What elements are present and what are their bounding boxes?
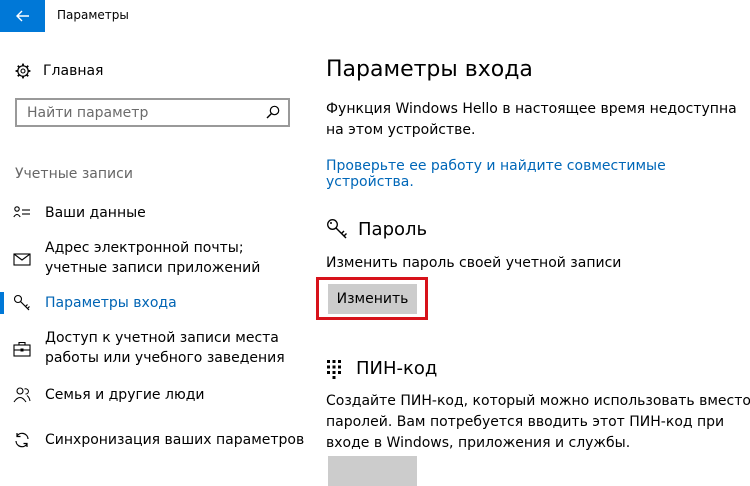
pin-keypad-icon <box>327 359 341 379</box>
pin-section-header: ПИН-код <box>326 358 437 379</box>
title-bar: Параметры <box>0 0 750 32</box>
search-box <box>15 98 290 127</box>
password-section-header: Пароль <box>326 218 427 240</box>
sidebar-item-family[interactable]: Семья и другие люди <box>0 385 310 405</box>
people-icon <box>13 387 31 403</box>
sidebar-item-work-access[interactable]: Доступ к учетной записи места работы или… <box>0 328 310 370</box>
page-title: Параметры входа <box>326 57 533 82</box>
search-input[interactable] <box>17 100 267 125</box>
password-description: Изменить пароль своей учетной записи <box>326 255 622 271</box>
sidebar-item-your-info[interactable]: Ваши данные <box>0 203 310 223</box>
windows-hello-status: Функция Windows Hello в настоящее время … <box>326 101 737 138</box>
sidebar-item-label: Синхронизация ваших параметров <box>45 432 305 448</box>
search-icon[interactable] <box>266 105 280 119</box>
sidebar-item-label: Адрес электронной почты; учетные записи … <box>45 240 261 276</box>
sidebar-item-label: Ваши данные <box>45 205 146 221</box>
compatible-devices-link[interactable]: Проверьте ее работу и найдите совместимы… <box>326 158 750 190</box>
sidebar-home[interactable]: Главная <box>15 61 103 81</box>
sidebar: Главная Учетные записи Ваши данные Адрес… <box>0 32 310 465</box>
key-icon <box>327 219 347 239</box>
mail-icon <box>13 253 31 266</box>
main-content: Параметры входа Функция Windows Hello в … <box>310 32 750 486</box>
key-icon <box>13 294 30 311</box>
sidebar-home-label: Главная <box>43 63 104 79</box>
add-pin-button[interactable] <box>328 456 417 486</box>
sidebar-item-label: Доступ к учетной записи места работы или… <box>45 330 285 366</box>
briefcase-icon <box>13 341 31 357</box>
sidebar-item-label: Параметры входа <box>45 295 177 311</box>
gear-icon <box>15 63 31 79</box>
pin-title: ПИН-код <box>356 358 438 379</box>
password-title: Пароль <box>358 218 428 240</box>
pin-description: Создайте ПИН-код, который можно использо… <box>326 393 750 451</box>
sidebar-item-label: Семья и другие люди <box>45 387 205 403</box>
sync-icon <box>15 432 29 448</box>
person-list-icon <box>13 206 30 218</box>
back-button[interactable] <box>0 0 45 32</box>
sidebar-item-sign-in-options[interactable]: Параметры входа <box>0 293 310 313</box>
highlight-box <box>316 277 428 320</box>
sidebar-item-sync[interactable]: Синхронизация ваших параметров <box>0 430 310 450</box>
window-title: Параметры <box>57 8 129 22</box>
section-label-accounts: Учетные записи <box>15 166 133 182</box>
back-arrow-icon <box>15 10 29 22</box>
sidebar-item-email[interactable]: Адрес электронной почты; учетные записи … <box>0 238 310 280</box>
